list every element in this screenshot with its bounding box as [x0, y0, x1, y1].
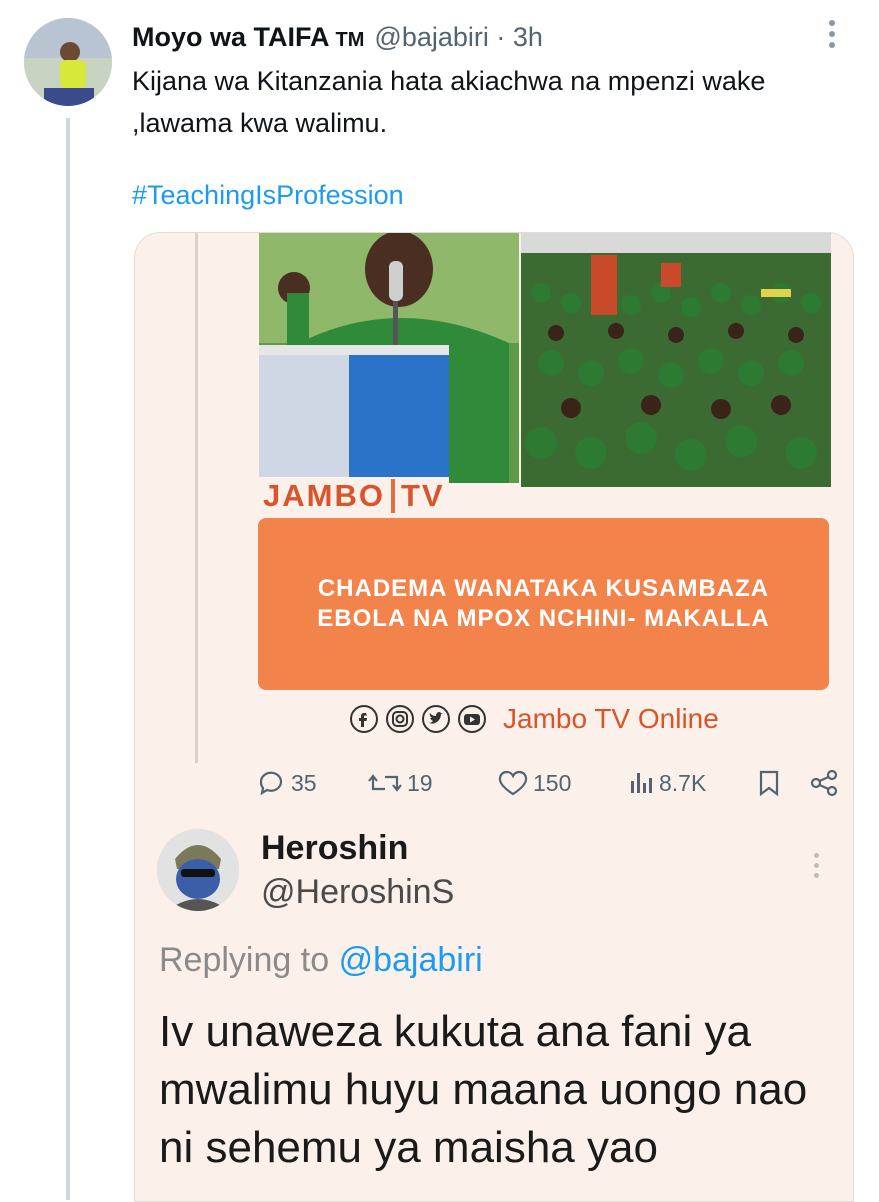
- brand-left: JAMBO: [263, 478, 385, 513]
- card-thread-line: [195, 233, 198, 763]
- youtube-icon: [458, 705, 486, 733]
- retweet-icon: [368, 774, 402, 792]
- facebook-icon: [350, 705, 378, 733]
- reply-author-handle[interactable]: @HeroshinS: [261, 873, 454, 912]
- views-count: 8.7K: [659, 769, 707, 796]
- reply-author-name[interactable]: Heroshin: [261, 829, 408, 868]
- author-name[interactable]: Moyo wa TAIFA: [132, 22, 330, 52]
- jambo-online-text: Jambo TV Online: [503, 703, 719, 734]
- tweet-header: Moyo wa TAIFA TM @bajabiri · 3h: [132, 20, 543, 57]
- reply-avatar-image: [157, 829, 239, 911]
- tweet-text: Kijana wa Kitanzania hata akiachwa na mp…: [132, 66, 766, 138]
- attached-image[interactable]: JAMBO TV CHADEMA WANATAKA KUSAMBAZA EBOL…: [134, 232, 854, 1202]
- views-icon: [631, 773, 652, 793]
- jambo-tv-logo: JAMBO TV: [259, 477, 449, 515]
- reply-more-icon[interactable]: [808, 853, 824, 889]
- more-icon[interactable]: [822, 20, 842, 56]
- retweet-count: 19: [407, 769, 433, 796]
- twitter-icon: [422, 705, 450, 733]
- bookmark-icon: [759, 770, 779, 797]
- thread-line: [66, 118, 70, 1200]
- author-badge: TM: [335, 29, 365, 51]
- avatar-image: [24, 18, 112, 106]
- header-separator: ·: [496, 22, 506, 52]
- like-icon: [498, 770, 528, 796]
- reply-text: Iv unaweza kukuta ana fani ya mwalimu hu…: [159, 1007, 808, 1172]
- replying-to: Replying to @bajabiri: [159, 941, 483, 980]
- views-button[interactable]: 8.7K: [629, 769, 706, 797]
- instagram-icon: [386, 705, 414, 733]
- hashtag-link[interactable]: #TeachingIsProfession: [132, 180, 404, 211]
- reply-avatar[interactable]: [157, 829, 239, 911]
- author-handle[interactable]: @bajabiri: [374, 22, 488, 52]
- crowd-photo: [521, 233, 831, 487]
- tweet-time[interactable]: 3h: [513, 22, 543, 52]
- reply-count: 35: [291, 769, 317, 796]
- speaker-photo: [259, 233, 519, 483]
- headline-banner: CHADEMA WANATAKA KUSAMBAZA EBOLA NA MPOX…: [258, 518, 829, 690]
- social-footer: Jambo TV Online: [349, 703, 719, 735]
- metrics-row: 35 19 150 8.7K: [257, 763, 847, 807]
- brand-right: TV: [400, 478, 445, 513]
- headline-text: CHADEMA WANATAKA KUSAMBAZA EBOLA NA MPOX…: [317, 575, 770, 632]
- replying-handle-link[interactable]: @bajabiri: [339, 941, 483, 979]
- share-icon: [810, 769, 838, 797]
- like-count: 150: [533, 769, 572, 796]
- bookmark-button[interactable]: [757, 769, 785, 797]
- share-button[interactable]: [809, 769, 843, 797]
- reply-icon: [259, 771, 283, 796]
- replying-label: Replying to: [159, 941, 330, 979]
- retweet-button[interactable]: 19: [367, 769, 433, 797]
- author-avatar[interactable]: [24, 18, 112, 106]
- like-button[interactable]: 150: [497, 769, 571, 797]
- reply-button[interactable]: 35: [257, 769, 317, 797]
